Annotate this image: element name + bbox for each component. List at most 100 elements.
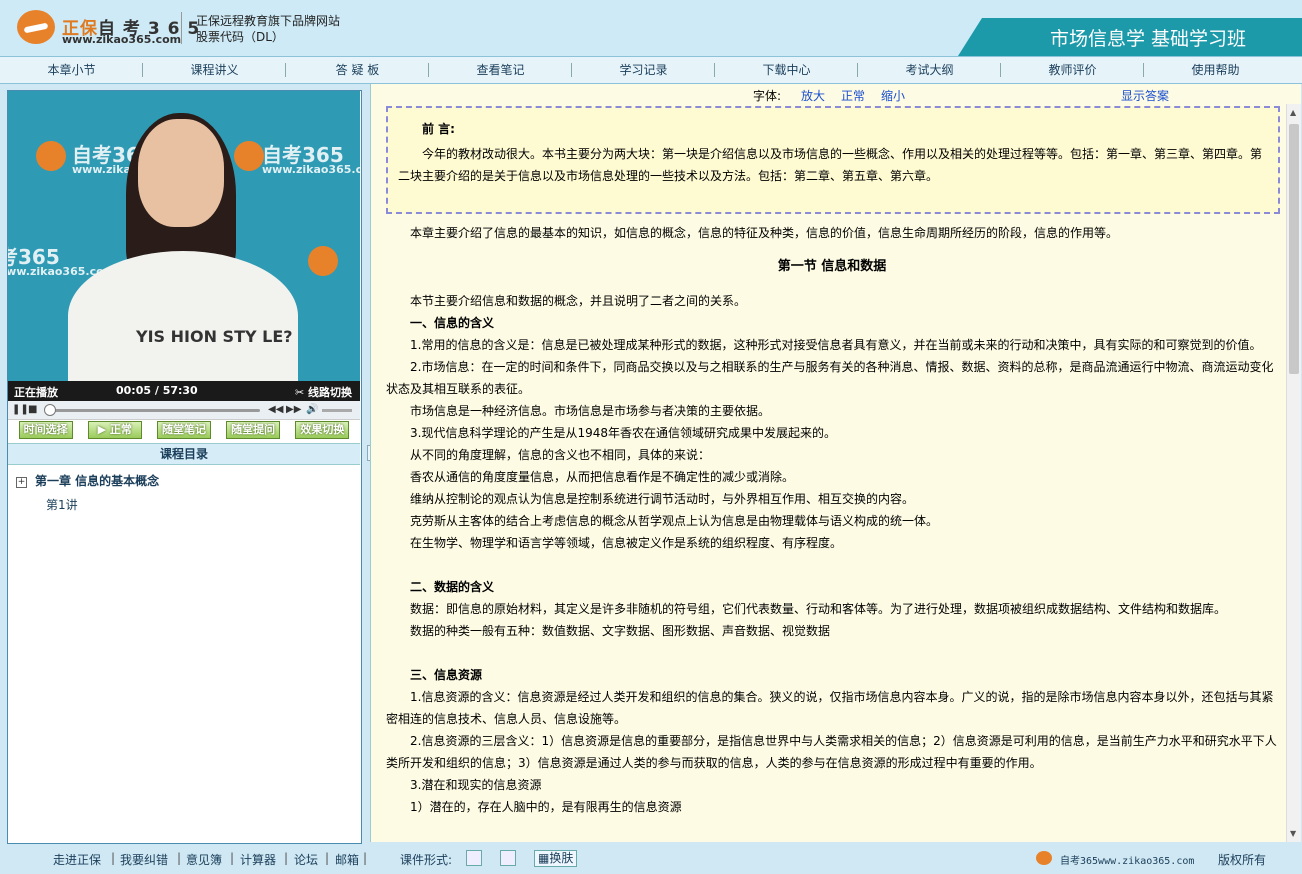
nav-chapter-summary[interactable]: 本章小节 — [0, 57, 143, 83]
video-bg-url: www.zikao365.com — [262, 163, 360, 176]
paragraph: 2.信息资源的三层含义：1）信息资源是信息的重要部分，是指信息世界中与人类需求相… — [386, 734, 1277, 770]
nav-study-record[interactable]: 学习记录 — [572, 57, 715, 83]
font-bar: 字体: 放大 正常 缩小 显示答案 — [371, 84, 1285, 104]
presenter-face — [138, 119, 224, 227]
paragraph: 3.现代信息科学理论的产生是从1948年香农在通信领域研究成果中发展起来的。 — [410, 426, 836, 440]
preface-text: 今年的教材改动很大。本书主要分为两大块：第一块是介绍信息以及市场信息的一些概念、… — [398, 147, 1263, 183]
audio-format-icon[interactable] — [466, 850, 482, 866]
paragraph: 从不同的角度理解，信息的含义也不相同，具体的来说： — [410, 448, 711, 462]
player-status-bar: 正在播放 00:05 / 57:30 ✂ 线路切换 — [8, 381, 360, 401]
header-divider — [181, 12, 182, 44]
footer-bar: 走进正保 | 我要纠错 | 意见簿 | 计算器 | 论坛 | 邮箱 | 课件形式… — [0, 845, 1302, 874]
volume-icon[interactable]: 🔊 — [306, 404, 318, 415]
bg-logo-icon — [234, 141, 264, 171]
preface-box: 前 言: 今年的教材改动很大。本书主要分为两大块：第一块是介绍信息以及市场信息的… — [386, 106, 1280, 214]
paragraph: 数据：即信息的原始材料，其定义是许多非随机的符号组，它们代表数量、行动和客体等。… — [410, 602, 1227, 616]
nav-exam-syllabus[interactable]: 考试大纲 — [858, 57, 1001, 83]
class-notes-button[interactable]: 随堂笔记 — [156, 421, 211, 439]
line-switch-button[interactable]: ✂ 线路切换 — [295, 384, 352, 400]
footer-site[interactable]: 自考365www.zikao365.com — [1060, 852, 1194, 867]
course-banner: 市场信息学 基础学习班 — [958, 18, 1302, 56]
toc-title: 课程目录 — [8, 443, 360, 465]
format-label: 课件形式: — [400, 853, 453, 867]
layout-format-icon[interactable] — [500, 850, 516, 866]
left-panel: 自考365 www.zikao365.com 自考365 www.zikao36… — [7, 90, 362, 844]
paragraph: 3.潜在和现实的信息资源 — [410, 778, 542, 792]
player-controls: ❚❚ ■ ◀◀ ▶▶ 🔊 — [8, 401, 360, 420]
nav-qa-board[interactable]: 答 疑 板 — [286, 57, 429, 83]
footer-logo-icon — [1036, 851, 1052, 865]
stop-icon[interactable]: ■ — [28, 404, 37, 415]
font-label: 字体: — [753, 89, 782, 103]
speed-normal-button[interactable]: ▶ 正常 — [87, 421, 142, 439]
slogan-line2: 股票代码（DL） — [196, 30, 284, 44]
main-nav: 本章小节 课程讲义 答 疑 板 查看笔记 学习记录 下载中心 考试大纲 教师评价… — [0, 57, 1302, 84]
class-question-button[interactable]: 随堂提问 — [226, 421, 281, 439]
paragraph: 1.信息资源的含义：信息资源是经过人类开发和组织的信息的集合。狭义的说，仅指市场… — [386, 690, 1274, 726]
logo-url[interactable]: www.zikao365.com — [62, 33, 181, 46]
seek-handle[interactable] — [44, 404, 56, 416]
paragraph: 维纳从控制论的观点认为信息是控制系统进行调节活动时，与外界相互作用、相互交换的内… — [410, 492, 915, 506]
heading-data-meaning: 二、数据的含义 — [410, 580, 495, 594]
effect-switch-button[interactable]: 效果切换 — [295, 421, 350, 439]
shirt-print: YIS HION STY LE? — [136, 327, 293, 346]
bg-logo-icon — [36, 141, 66, 171]
footer-link-calculator[interactable]: 计算器 — [240, 851, 276, 868]
paragraph: 1.常用的信息的含义是：信息是已被处理成某种形式的数据，这种形式对接受信息者具有… — [410, 338, 1262, 352]
nav-download-center[interactable]: 下载中心 — [715, 57, 858, 83]
forward-icon[interactable]: ▶▶ — [286, 404, 301, 415]
show-answer-link[interactable]: 显示答案 — [1121, 87, 1169, 104]
font-smaller-link[interactable]: 缩小 — [881, 87, 905, 104]
video-player[interactable]: 自考365 www.zikao365.com 自考365 www.zikao36… — [8, 91, 360, 381]
nav-teacher-rating[interactable]: 教师评价 — [1001, 57, 1144, 83]
toc-chapter[interactable]: + 第一章 信息的基本概念 — [16, 472, 159, 489]
bg-logo-icon — [308, 246, 338, 276]
play-status: 正在播放 — [14, 386, 58, 399]
heading-info-resources: 三、信息资源 — [410, 668, 483, 682]
preface-title: 前 言: — [422, 122, 455, 136]
content-scrollbar[interactable]: ▲ ▼ — [1286, 104, 1301, 842]
rewind-icon[interactable]: ◀◀ — [268, 404, 283, 415]
scroll-up-icon[interactable]: ▲ — [1290, 108, 1296, 117]
lesson-content: 本章主要介绍了信息的最基本的知识，如信息的概念，信息的特征及种类，信息的价值，信… — [386, 222, 1278, 818]
volume-slider[interactable] — [322, 409, 352, 412]
section-intro: 本节主要介绍信息和数据的概念，并且说明了二者之间的关系。 — [410, 294, 747, 308]
footer-link-forum[interactable]: 论坛 — [294, 851, 318, 868]
paragraph: 1）潜在的，存在人脑中的，是有限再生的信息资源 — [410, 800, 682, 814]
nav-help[interactable]: 使用帮助 — [1144, 57, 1287, 83]
section-title: 第一节 信息和数据 — [777, 259, 887, 274]
footer-link-report-error[interactable]: 我要纠错 — [120, 851, 168, 868]
footer-link-mail[interactable]: 邮箱 — [335, 851, 359, 868]
scroll-thumb[interactable] — [1289, 124, 1299, 374]
expand-icon[interactable]: + — [16, 477, 27, 488]
paragraph: 香农从通信的角度度量信息，从而把信息看作是不确定性的减少或消除。 — [410, 470, 795, 484]
paragraph: 数据的种类一般有五种：数值数据、文字数据、图形数据、声音数据、视觉数据 — [410, 624, 831, 638]
course-title: 市场信息学 基础学习班 — [1049, 28, 1246, 50]
chapter-intro: 本章主要介绍了信息的最基本的知识，如信息的概念，信息的特征及种类，信息的价值，信… — [410, 226, 1119, 240]
play-time: 00:05 / 57:30 — [116, 384, 198, 397]
copyright: 版权所有 — [1218, 853, 1267, 867]
nav-view-notes[interactable]: 查看笔记 — [429, 57, 572, 83]
slogan-line1: 正保远程教育旗下品牌网站 — [196, 14, 341, 28]
zikao365-logo-icon[interactable] — [17, 10, 55, 44]
font-bigger-link[interactable]: 放大 — [801, 87, 825, 104]
scroll-down-icon[interactable]: ▼ — [1290, 829, 1296, 838]
footer-link-about[interactable]: 走进正保 — [53, 851, 101, 868]
paragraph: 克劳斯从主客体的结合上考虑信息的概念从哲学观点上认为信息是由物理载体与语义构成的… — [410, 514, 939, 528]
time-select-button[interactable]: 时间选择 — [18, 421, 73, 439]
pause-icon[interactable]: ❚❚ — [12, 404, 29, 415]
paragraph: 市场信息是一种经济信息。市场信息是市场参与者决策的主要依据。 — [410, 404, 771, 418]
font-normal-link[interactable]: 正常 — [841, 87, 865, 104]
header-bar: 正保自 考 3 6 5 www.zikao365.com 正保远程教育旗下品牌网… — [0, 0, 1302, 57]
footer-link-feedback[interactable]: 意见簿 — [186, 851, 222, 868]
heading-info-meaning: 一、信息的含义 — [410, 316, 495, 330]
paragraph: 在生物学、物理学和语言学等领域，信息被定义作是系统的组织程度、有序程度。 — [410, 536, 843, 550]
paragraph: 2.市场信息：在一定的时间和条件下，同商品交换以及与之相联系的生产与服务有关的各… — [386, 360, 1274, 396]
nav-lecture-notes[interactable]: 课程讲义 — [143, 57, 286, 83]
seek-bar[interactable] — [48, 409, 260, 412]
content-panel: 字体: 放大 正常 缩小 显示答案 前 言: 今年的教材改动很大。本书主要分为两… — [370, 84, 1301, 842]
toc-lesson-item[interactable]: 第1讲 — [46, 496, 78, 513]
presenter-body — [68, 251, 298, 381]
skin-switch-button[interactable]: ▦换肤 — [534, 850, 578, 867]
player-button-row: 时间选择 ▶ 正常 随堂笔记 随堂提问 效果切换 — [8, 421, 360, 441]
